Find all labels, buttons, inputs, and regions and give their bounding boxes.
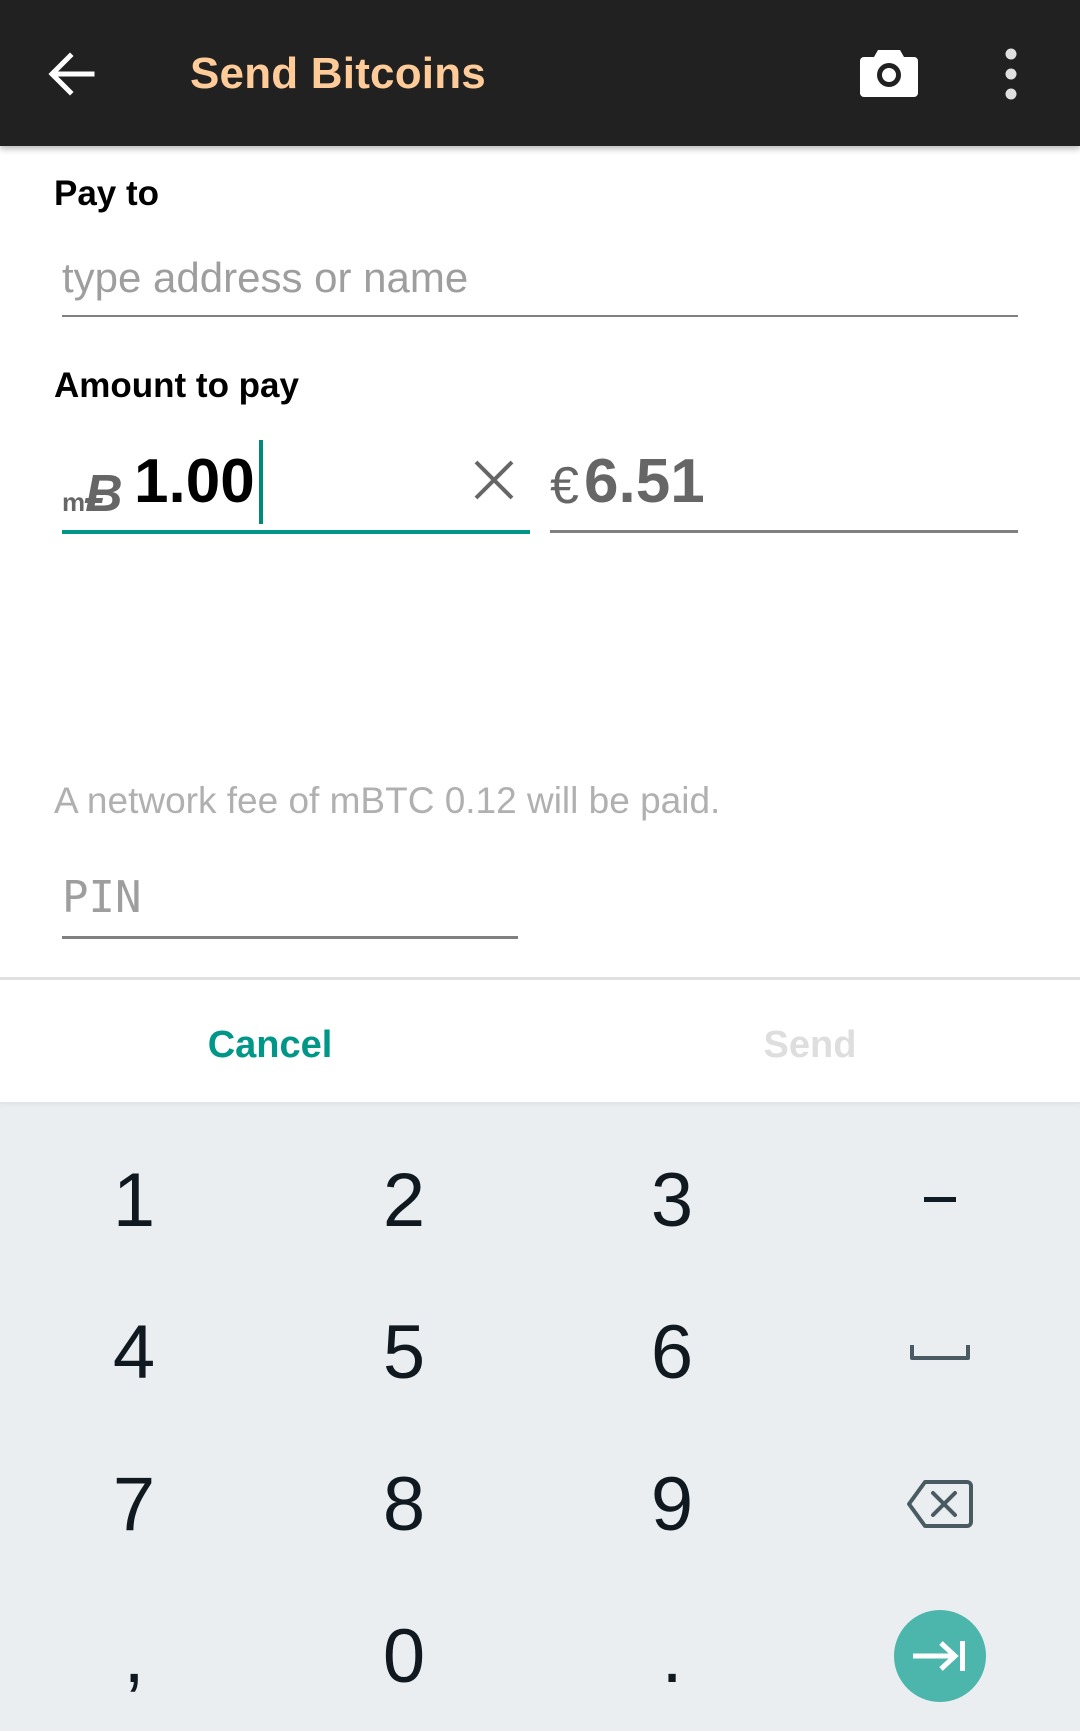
- key-space[interactable]: [806, 1276, 1074, 1428]
- minus-icon: [924, 1197, 956, 1202]
- arrow-left-icon: [48, 52, 95, 96]
- close-icon: [474, 460, 514, 500]
- clear-amount-button[interactable]: [472, 458, 516, 502]
- pin-placeholder: PIN: [62, 872, 142, 923]
- scan-qr-button[interactable]: [860, 46, 918, 98]
- overflow-menu-button[interactable]: [996, 46, 1026, 102]
- btc-amount-underline: [62, 530, 530, 534]
- space-icon: [910, 1345, 970, 1360]
- numeric-keypad: 1 2 3 4 5 6 7 8 9 , 0 .: [0, 1102, 1080, 1731]
- key-backspace[interactable]: [806, 1428, 1074, 1580]
- key-8[interactable]: 8: [270, 1428, 538, 1580]
- more-vertical-icon: [1005, 48, 1017, 100]
- next-field-icon: [913, 1641, 965, 1671]
- btc-unit-prefix: mɃ: [62, 464, 123, 524]
- actions-divider: [0, 977, 1080, 980]
- btc-amount-input[interactable]: mɃ 1.00: [62, 430, 530, 536]
- pay-to-label: Pay to: [54, 174, 160, 213]
- cancel-button[interactable]: Cancel: [0, 990, 540, 1100]
- key-2[interactable]: 2: [270, 1124, 538, 1276]
- key-9[interactable]: 9: [538, 1428, 806, 1580]
- text-cursor: [259, 440, 263, 524]
- next-field-button: [894, 1610, 986, 1702]
- key-next-field[interactable]: [806, 1580, 1074, 1732]
- bitcoin-icon: Ƀ: [85, 465, 123, 523]
- btc-amount-value: 1.00: [134, 447, 255, 516]
- pay-to-input[interactable]: type address or name: [62, 240, 1018, 320]
- fiat-amount-input[interactable]: € 6.51: [550, 430, 1018, 536]
- key-comma[interactable]: ,: [0, 1580, 268, 1732]
- pin-underline: [62, 936, 518, 939]
- page-title: Send Bitcoins: [190, 49, 486, 98]
- key-0[interactable]: 0: [270, 1580, 538, 1732]
- fiat-amount-underline: [550, 530, 1018, 533]
- key-4[interactable]: 4: [0, 1276, 268, 1428]
- key-minus[interactable]: [806, 1124, 1074, 1276]
- key-5[interactable]: 5: [270, 1276, 538, 1428]
- back-button[interactable]: [44, 46, 104, 102]
- amount-label: Amount to pay: [54, 366, 299, 405]
- network-fee-text: A network fee of mBTC 0.12 will be paid.: [54, 780, 721, 821]
- fiat-amount-value: 6.51: [584, 447, 705, 516]
- key-6[interactable]: 6: [538, 1276, 806, 1428]
- backspace-icon: [907, 1480, 973, 1528]
- key-period[interactable]: .: [538, 1580, 806, 1732]
- euro-symbol: €: [550, 457, 579, 515]
- key-3[interactable]: 3: [538, 1124, 806, 1276]
- camera-icon: [860, 50, 918, 97]
- key-7[interactable]: 7: [0, 1428, 268, 1580]
- pay-to-underline: [62, 315, 1018, 317]
- key-1[interactable]: 1: [0, 1124, 268, 1276]
- send-button[interactable]: Send: [540, 990, 1080, 1100]
- app-bar: Send Bitcoins: [0, 0, 1080, 146]
- btc-unit-milli: m: [62, 487, 86, 517]
- pay-to-placeholder: type address or name: [62, 254, 469, 301]
